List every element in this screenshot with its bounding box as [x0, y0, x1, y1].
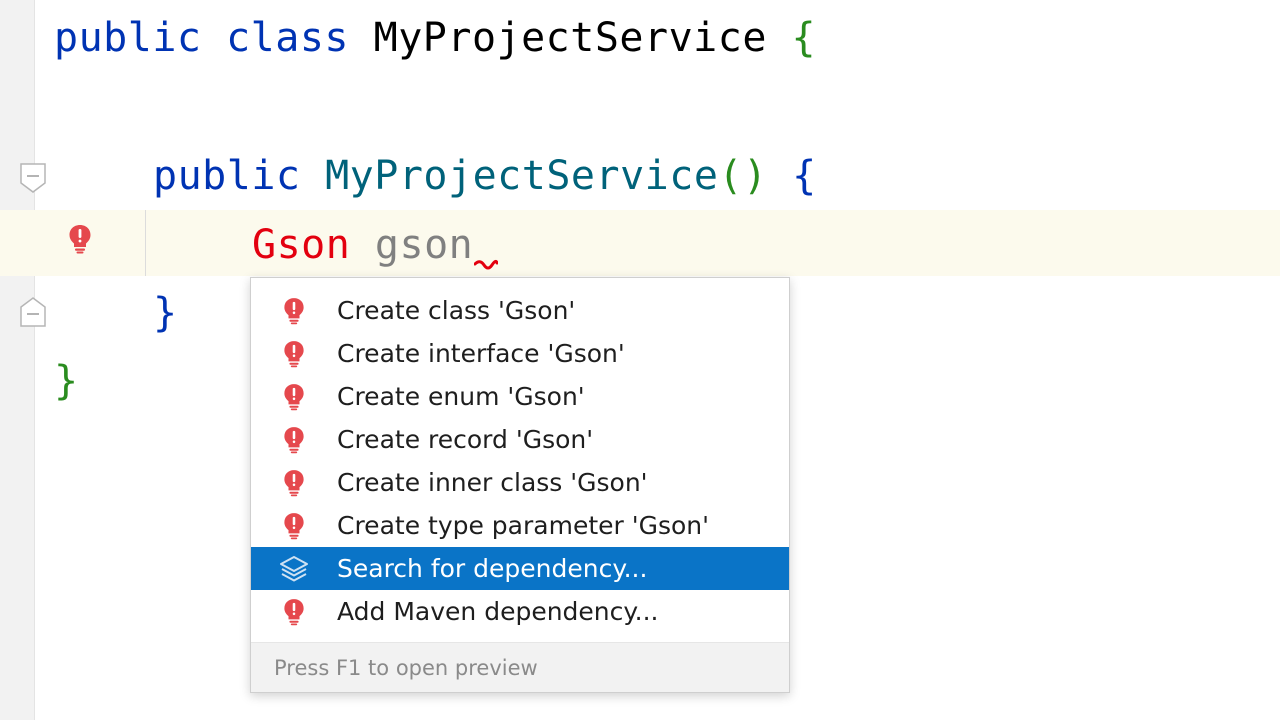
action-create-interface[interactable]: Create interface 'Gson' — [251, 332, 789, 375]
keyword-public: public — [153, 153, 301, 199]
unresolved-type[interactable]: Gson — [252, 222, 350, 268]
editor-gutter — [0, 0, 35, 720]
fold-start-icon[interactable] — [20, 163, 46, 193]
constructor-declaration-line[interactable]: public MyProjectService() { — [153, 152, 817, 200]
error-bulb-icon — [251, 512, 337, 540]
error-squiggle — [473, 258, 499, 277]
error-bulb-icon — [251, 469, 337, 497]
current-line-highlight — [0, 210, 1280, 276]
action-label: Create class 'Gson' — [337, 296, 576, 325]
class-declaration-line[interactable]: public class MyProjectService { — [54, 14, 816, 62]
class-close-brace: } — [54, 358, 79, 404]
constructor-parens: () — [718, 153, 768, 199]
action-create-enum[interactable]: Create enum 'Gson' — [251, 375, 789, 418]
error-bulb-icon — [251, 297, 337, 325]
popup-footer-hint: Press F1 to open preview — [251, 642, 789, 692]
statement-line[interactable]: Gson gson — [252, 221, 473, 269]
action-search-for-dependency[interactable]: Search for dependency... — [251, 547, 789, 590]
error-bulb-icon[interactable] — [68, 224, 92, 258]
error-bulb-icon — [251, 598, 337, 626]
fold-end-icon[interactable] — [20, 297, 46, 327]
intention-actions-popup[interactable]: Create class 'Gson' Create interface 'Gs… — [250, 277, 790, 693]
action-create-inner-class[interactable]: Create inner class 'Gson' — [251, 461, 789, 504]
layers-icon — [251, 555, 337, 583]
constructor-open-brace: { — [792, 153, 817, 199]
constructor-close-brace: } — [153, 290, 178, 336]
action-create-record[interactable]: Create record 'Gson' — [251, 418, 789, 461]
action-label: Create record 'Gson' — [337, 425, 594, 454]
action-label: Create enum 'Gson' — [337, 382, 585, 411]
keyword-class: class — [226, 15, 350, 61]
intention-actions-list: Create class 'Gson' Create interface 'Gs… — [251, 289, 789, 633]
action-label: Add Maven dependency... — [337, 597, 659, 626]
action-add-maven-dependency[interactable]: Add Maven dependency... — [251, 590, 789, 633]
error-bulb-icon — [251, 426, 337, 454]
action-label: Create inner class 'Gson' — [337, 468, 648, 497]
class-open-brace: { — [791, 15, 817, 61]
action-label: Search for dependency... — [337, 554, 648, 583]
action-label: Create interface 'Gson' — [337, 339, 625, 368]
class-name: MyProjectService — [373, 15, 767, 61]
action-create-type-parameter[interactable]: Create type parameter 'Gson' — [251, 504, 789, 547]
variable-name[interactable]: gson — [375, 222, 473, 268]
action-label: Create type parameter 'Gson' — [337, 511, 710, 540]
constructor-name: MyProjectService — [325, 153, 719, 199]
keyword-public: public — [54, 15, 202, 61]
indent-guide — [145, 210, 146, 276]
error-bulb-icon — [251, 340, 337, 368]
error-bulb-icon — [251, 383, 337, 411]
action-create-class[interactable]: Create class 'Gson' — [251, 289, 789, 332]
